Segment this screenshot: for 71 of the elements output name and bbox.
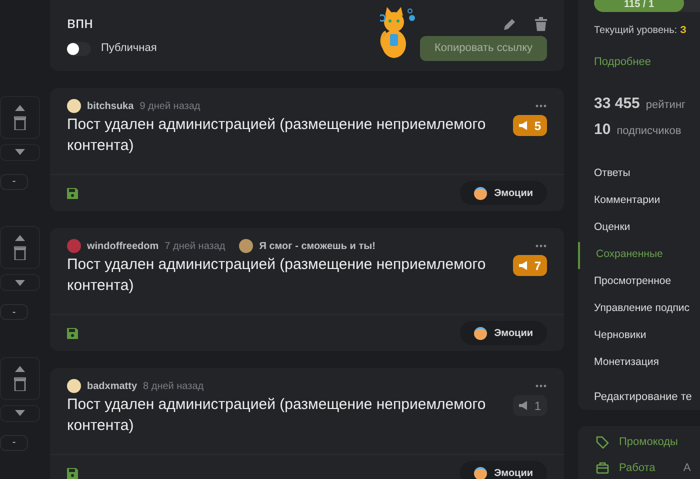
trash-icon[interactable]: [14, 246, 26, 260]
upvote-icon[interactable]: [15, 366, 25, 372]
sidebar-menu-item[interactable]: Оценки: [578, 214, 700, 242]
upvote-icon[interactable]: [15, 104, 25, 111]
downvote-icon: [15, 410, 25, 416]
more-icon[interactable]: [535, 104, 547, 108]
sidebar-menu-item[interactable]: Сохраненные: [578, 242, 700, 268]
sidebar-menu-item[interactable]: Управление подпис: [578, 296, 700, 322]
save-icon[interactable]: [67, 328, 78, 338]
toggle-label: Публичная: [101, 41, 157, 56]
save-icon[interactable]: [67, 468, 78, 478]
stat-label: подписчиков: [616, 124, 682, 139]
emoji-icon: [474, 326, 488, 340]
sidebar-menu-item[interactable]: Просмотренное: [578, 268, 700, 296]
avatar: [67, 99, 81, 113]
edit-theme-link[interactable]: Редактирование те: [594, 388, 700, 405]
level-label: Текущий уровень:: [594, 24, 678, 38]
sidebar-menu-item[interactable]: Ответы: [578, 160, 700, 188]
post-time: 7 дней назад: [164, 240, 226, 254]
avatar: [67, 239, 81, 253]
downvote-icon: [15, 280, 25, 286]
sidebar-link[interactable]: Работа: [619, 460, 656, 476]
downvote-icon: [15, 149, 25, 156]
stat-value: 10: [594, 120, 611, 140]
community-link[interactable]: Я смог - сможешь и ты!: [259, 238, 376, 254]
downvote-button[interactable]: [0, 274, 40, 292]
rating-counter: -: [0, 174, 28, 190]
tag-icon: [596, 436, 609, 449]
briefcase-icon: [596, 462, 609, 474]
trash-icon[interactable]: [535, 17, 547, 31]
trash-icon[interactable]: [14, 116, 26, 130]
report-count: 7: [534, 258, 541, 274]
rating-counter: -: [0, 434, 28, 451]
save-icon[interactable]: [67, 188, 78, 198]
post-title[interactable]: Пост удален администрацией (размещение неприемлемого контента): [67, 114, 497, 156]
stat-label: рейтинг: [646, 98, 686, 112]
trash-icon[interactable]: [14, 376, 26, 391]
level-value: З: [680, 24, 686, 38]
post-title[interactable]: Пост удален администрацией (размещение неприемлемого контента): [67, 394, 497, 436]
more-link[interactable]: Подробнее: [594, 54, 700, 70]
stat-value: 33 455: [594, 94, 640, 114]
progress-text: 115 / 1: [624, 0, 654, 12]
avatar: [67, 379, 81, 393]
emoji-icon: [474, 186, 488, 200]
community-title: впн: [67, 14, 93, 34]
emotions-button[interactable]: Эмоции: [460, 321, 547, 345]
more-icon[interactable]: [535, 244, 547, 248]
upvote-icon[interactable]: [15, 235, 25, 242]
report-count: 1: [534, 398, 541, 414]
sidebar-link[interactable]: Промокоды: [619, 434, 678, 450]
downvote-button[interactable]: [0, 404, 40, 422]
more-icon[interactable]: [535, 384, 547, 388]
pencil-icon[interactable]: [503, 17, 517, 31]
post-time: 9 дней назад: [140, 100, 200, 114]
rating-counter: -: [0, 304, 28, 320]
emotions-button[interactable]: Эмоции: [460, 181, 547, 205]
author-name[interactable]: bitchsuka: [87, 98, 134, 114]
author-name[interactable]: badxmatty: [87, 378, 138, 394]
toggle-switch[interactable]: [67, 42, 91, 56]
downvote-button[interactable]: [0, 144, 40, 161]
emotions-button[interactable]: Эмоции: [460, 461, 547, 479]
sidebar-link-extra: А: [683, 460, 691, 476]
author-name[interactable]: windoffreedom: [87, 238, 159, 254]
report-count: 5: [534, 118, 541, 134]
post-title[interactable]: Пост удален администрацией (размещение неприемлемого контента): [67, 254, 497, 296]
badge-avatar: [239, 239, 254, 253]
sidebar-menu-item[interactable]: Комментарии: [578, 188, 700, 214]
emoji-icon: [474, 466, 488, 479]
sidebar-menu-item[interactable]: Черновики: [578, 322, 700, 350]
post-time: 8 дней назад: [143, 380, 204, 394]
sidebar-menu-item[interactable]: Монетизация: [578, 350, 700, 376]
